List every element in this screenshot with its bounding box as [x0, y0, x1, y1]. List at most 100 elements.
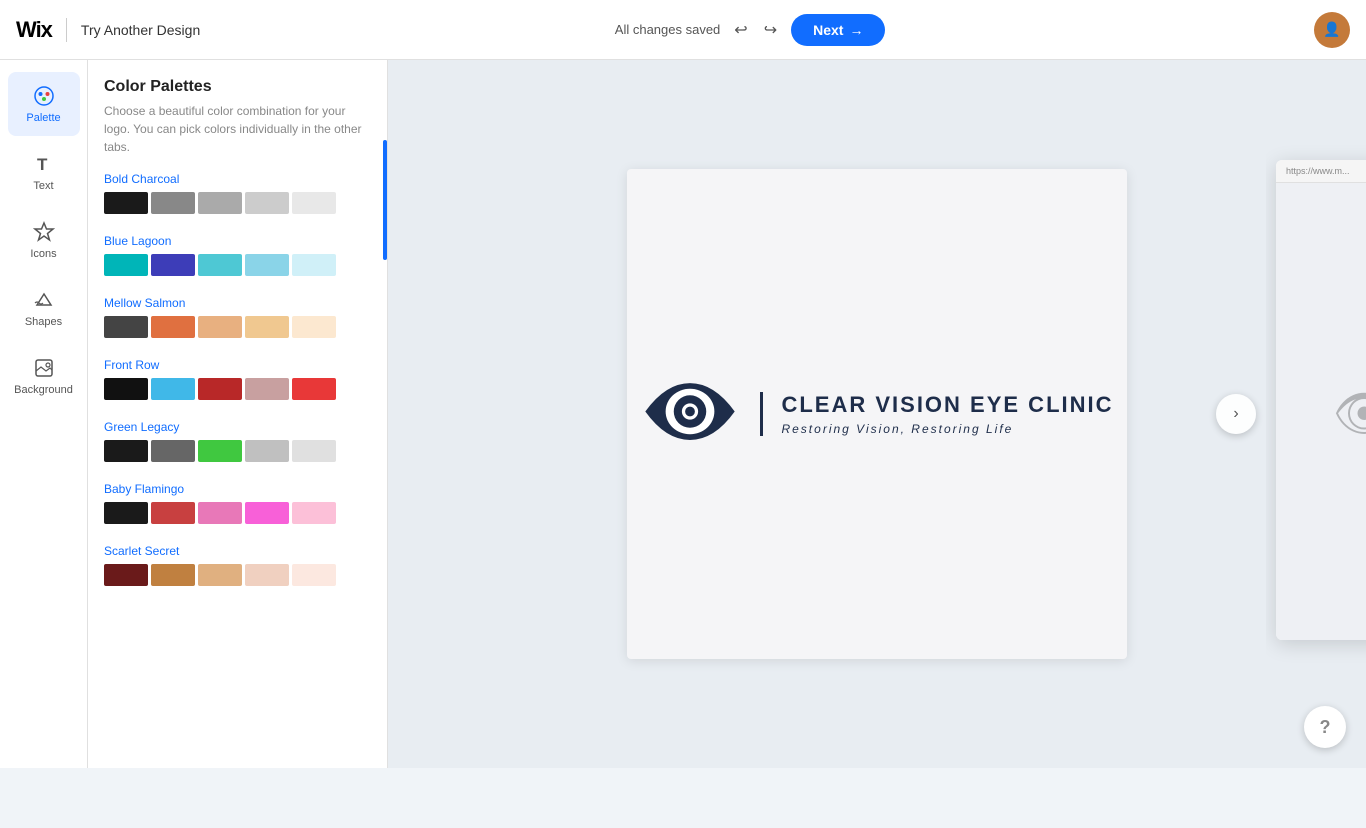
help-button[interactable]: ? — [1304, 706, 1346, 748]
sidebar-palette-label: Palette — [26, 112, 60, 124]
sidebar-background-label: Background — [14, 384, 73, 396]
palette-name-0: Bold Charcoal — [104, 172, 371, 186]
eye-partial-right: 👁 — [1333, 385, 1366, 444]
swatch-4-1[interactable] — [151, 440, 195, 462]
sidebar-item-background[interactable]: Background — [8, 344, 80, 408]
sidebar-item-icons[interactable]: Icons — [8, 208, 80, 272]
eye-icon-wrapper — [640, 379, 740, 449]
palette-swatches-6 — [104, 564, 371, 586]
header-title: Try Another Design — [81, 22, 200, 38]
swatch-5-3[interactable] — [245, 502, 289, 524]
canvas-next-arrow[interactable]: › — [1216, 394, 1256, 434]
header-center: All changes saved ↩ ↪ Next → — [200, 14, 1300, 46]
panel-description: Choose a beautiful color combination for… — [104, 102, 371, 156]
panel-title: Color Palettes — [104, 78, 371, 96]
swatch-6-4[interactable] — [292, 564, 336, 586]
swatch-2-1[interactable] — [151, 316, 195, 338]
next-button[interactable]: Next → — [791, 14, 885, 46]
swatch-6-2[interactable] — [198, 564, 242, 586]
palette-name-1: Blue Lagoon — [104, 234, 371, 248]
palette-item-3[interactable]: Front Row — [104, 358, 371, 400]
palette-name-6: Scarlet Secret — [104, 544, 371, 558]
palette-swatches-3 — [104, 378, 371, 400]
swatch-0-1[interactable] — [151, 192, 195, 214]
main-layout: Palette T Text Icons — [0, 60, 1366, 768]
background-icon — [32, 356, 56, 380]
swatch-0-3[interactable] — [245, 192, 289, 214]
swatch-5-1[interactable] — [151, 502, 195, 524]
palette-swatches-4 — [104, 440, 371, 462]
shapes-icon — [32, 288, 56, 312]
swatch-0-0[interactable] — [104, 192, 148, 214]
sidebar-item-shapes[interactable]: Shapes — [8, 276, 80, 340]
header: Wix Try Another Design All changes saved… — [0, 0, 1366, 60]
swatch-3-1[interactable] — [151, 378, 195, 400]
swatch-3-2[interactable] — [198, 378, 242, 400]
palette-item-2[interactable]: Mellow Salmon — [104, 296, 371, 338]
swatch-0-2[interactable] — [198, 192, 242, 214]
palette-item-0[interactable]: Bold Charcoal — [104, 172, 371, 214]
browser-preview-strip: https://www.m... 👁 — [1266, 60, 1366, 768]
color-palettes-panel: Color Palettes Choose a beautiful color … — [88, 60, 388, 768]
palette-name-4: Green Legacy — [104, 420, 371, 434]
swatch-4-3[interactable] — [245, 440, 289, 462]
changes-saved-status: All changes saved — [615, 22, 721, 37]
swatch-4-2[interactable] — [198, 440, 242, 462]
panel-header: Color Palettes Choose a beautiful color … — [88, 60, 387, 164]
avatar[interactable]: 👤 — [1314, 12, 1350, 48]
logo-text-block: Clear Vision Eye Clinic Restoring Vision… — [760, 392, 1113, 436]
icon-sidebar: Palette T Text Icons — [0, 60, 88, 768]
redo-button[interactable]: ↪ — [758, 14, 783, 46]
header-divider — [66, 18, 67, 42]
sidebar-item-text[interactable]: T Text — [8, 140, 80, 204]
swatch-2-0[interactable] — [104, 316, 148, 338]
swatch-2-2[interactable] — [198, 316, 242, 338]
sidebar-icons-label: Icons — [30, 248, 56, 260]
undo-button[interactable]: ↩ — [728, 14, 753, 46]
sidebar-text-label: Text — [33, 180, 53, 192]
logo-content: Clear Vision Eye Clinic Restoring Vision… — [640, 379, 1113, 449]
next-arrow-icon: → — [849, 22, 863, 38]
canvas-area: Clear Vision Eye Clinic Restoring Vision… — [388, 60, 1366, 768]
next-label: Next — [813, 22, 843, 38]
swatch-2-4[interactable] — [292, 316, 336, 338]
swatch-5-2[interactable] — [198, 502, 242, 524]
palette-item-1[interactable]: Blue Lagoon — [104, 234, 371, 276]
swatch-1-3[interactable] — [245, 254, 289, 276]
palette-item-5[interactable]: Baby Flamingo — [104, 482, 371, 524]
swatch-3-3[interactable] — [245, 378, 289, 400]
undo-redo-group: ↩ ↪ — [728, 14, 783, 46]
swatch-6-3[interactable] — [245, 564, 289, 586]
swatch-5-0[interactable] — [104, 502, 148, 524]
swatch-6-0[interactable] — [104, 564, 148, 586]
swatch-1-2[interactable] — [198, 254, 242, 276]
text-icon: T — [32, 152, 56, 176]
logo-card: Clear Vision Eye Clinic Restoring Vision… — [627, 169, 1127, 659]
palette-swatches-1 — [104, 254, 371, 276]
palette-name-3: Front Row — [104, 358, 371, 372]
palette-name-2: Mellow Salmon — [104, 296, 371, 310]
palette-item-6[interactable]: Scarlet Secret — [104, 544, 371, 586]
palette-name-5: Baby Flamingo — [104, 482, 371, 496]
swatch-1-1[interactable] — [151, 254, 195, 276]
scroll-indicator — [383, 140, 387, 260]
logo-sub-text: Restoring Vision, Restoring Life — [781, 422, 1113, 436]
eye-logo-svg — [640, 379, 740, 444]
swatch-6-1[interactable] — [151, 564, 195, 586]
swatch-0-4[interactable] — [292, 192, 336, 214]
swatch-4-0[interactable] — [104, 440, 148, 462]
svg-text:T: T — [37, 155, 48, 174]
palette-item-4[interactable]: Green Legacy — [104, 420, 371, 462]
logo-main-text: Clear Vision Eye Clinic — [781, 392, 1113, 418]
swatch-4-4[interactable] — [292, 440, 336, 462]
palette-icon — [32, 84, 56, 108]
swatch-2-3[interactable] — [245, 316, 289, 338]
palette-list: Bold Charcoal Blue Lagoon Mellow Salmon Fro… — [88, 164, 387, 622]
swatch-3-0[interactable] — [104, 378, 148, 400]
swatch-5-4[interactable] — [292, 502, 336, 524]
swatch-3-4[interactable] — [292, 378, 336, 400]
swatch-1-0[interactable] — [104, 254, 148, 276]
wix-logo: Wix — [16, 17, 52, 43]
sidebar-item-palette[interactable]: Palette — [8, 72, 80, 136]
swatch-1-4[interactable] — [292, 254, 336, 276]
